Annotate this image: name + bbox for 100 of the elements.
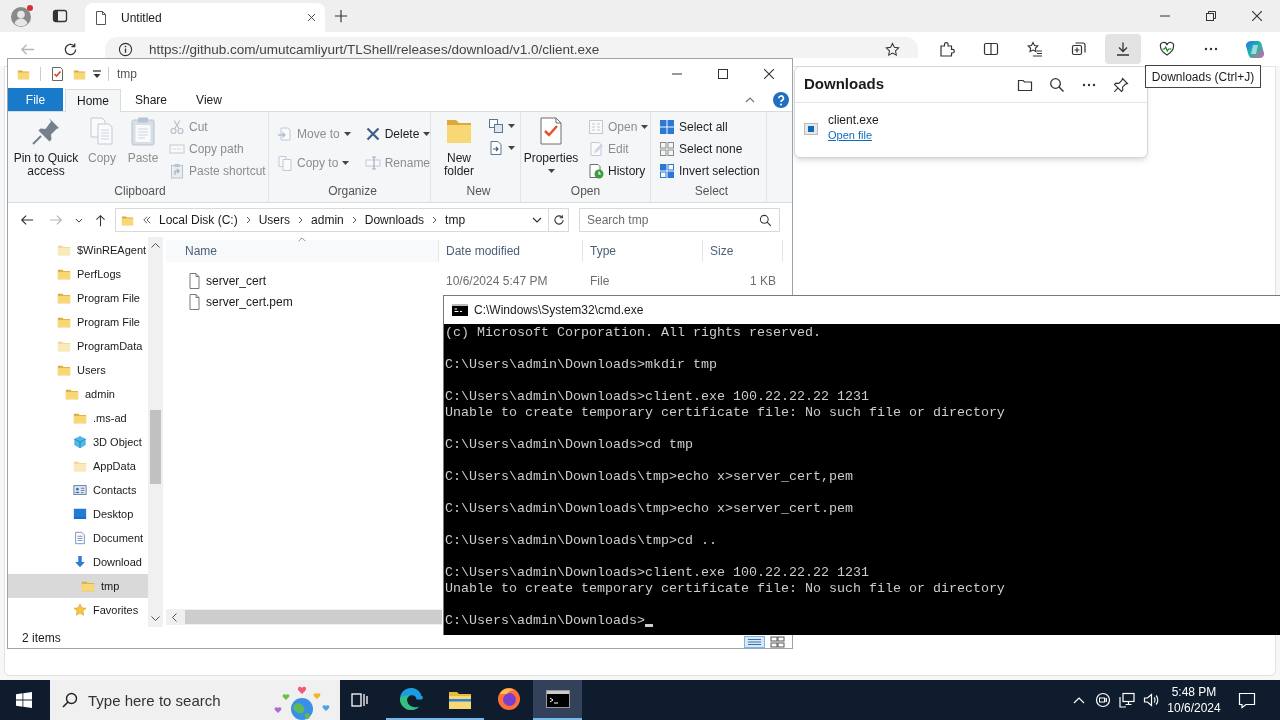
nav-item[interactable]: Users [8, 358, 148, 382]
nav-item[interactable]: Program File [8, 310, 148, 334]
breadcrumb-item[interactable]: Users [258, 211, 291, 229]
nav-item[interactable]: Favorites [8, 598, 148, 622]
back-arrow-icon[interactable] [20, 213, 34, 227]
file-name[interactable]: server_cert.pem [206, 292, 293, 311]
nav-item[interactable]: Program File [8, 286, 148, 310]
properties-check-icon[interactable] [50, 65, 64, 82]
file-name[interactable]: server_cert [206, 271, 267, 290]
collections-icon[interactable] [1071, 41, 1087, 57]
ribbon-button[interactable]: Select all [657, 116, 762, 138]
column-header[interactable]: Size [703, 240, 783, 262]
ribbon-tab[interactable]: Share [123, 88, 179, 111]
ribbon-tab[interactable]: File [8, 88, 63, 111]
console-line: C:\Users\admin\Downloads>mkdir tmp [445, 357, 717, 373]
ribbon-tab[interactable]: Home [65, 89, 121, 112]
nav-item[interactable]: Desktop [8, 502, 148, 526]
ribbon-button[interactable]: Properties [521, 112, 581, 184]
sort-caret-icon [297, 237, 307, 242]
tab-actions-icon[interactable] [52, 8, 68, 24]
text-cursor-icon [644, 624, 653, 627]
taskbar-app-button[interactable] [533, 680, 582, 720]
nav-item[interactable]: 3D Object [8, 430, 148, 454]
start-icon[interactable] [16, 692, 32, 708]
column-header[interactable]: Type [583, 240, 703, 262]
close-icon[interactable] [306, 12, 317, 23]
nav-item[interactable]: Document [8, 526, 148, 550]
refresh-icon[interactable] [63, 41, 78, 57]
chevron-down-icon[interactable] [532, 217, 542, 223]
split-window-icon[interactable] [983, 41, 999, 57]
notification-icon[interactable] [1238, 691, 1256, 709]
video-camera-icon[interactable] [1095, 692, 1111, 708]
chevron-right-icon [351, 216, 357, 224]
column-header[interactable]: Date modified [439, 240, 583, 262]
scrollbar-thumb[interactable] [150, 410, 161, 484]
nav-item[interactable]: Contacts [8, 478, 148, 502]
column-header[interactable]: Name [166, 240, 439, 262]
downloads-button[interactable] [1105, 34, 1141, 64]
profile-avatar-icon[interactable] [11, 5, 33, 27]
breadcrumb-item[interactable]: tmp [445, 211, 466, 229]
plus-icon[interactable] [334, 9, 348, 23]
nav-item[interactable]: admin [8, 382, 148, 406]
panel-title: Downloads [804, 74, 884, 95]
task-view-icon[interactable] [351, 691, 369, 709]
close-icon[interactable] [764, 68, 774, 79]
help-icon[interactable] [773, 92, 789, 108]
nav-item[interactable]: Download [8, 550, 148, 574]
search-icon[interactable] [1049, 76, 1065, 93]
file-icon [804, 122, 818, 136]
restore-icon[interactable] [1206, 11, 1216, 21]
refresh-button[interactable] [549, 208, 569, 232]
dropdown-icon[interactable] [92, 68, 102, 79]
ribbon-button[interactable]: History [586, 160, 651, 182]
ribbon-button[interactable]: Delete [362, 123, 433, 145]
download-icon [1115, 41, 1131, 57]
ribbon-group-label: Open [569, 184, 602, 200]
breadcrumb-item[interactable]: admin [311, 211, 344, 229]
breadcrumb-item[interactable]: Downloads [364, 211, 425, 229]
pin-icon[interactable] [1113, 76, 1129, 93]
up-arrow-icon[interactable] [94, 213, 107, 227]
ribbon-button[interactable]: New folder [437, 112, 481, 184]
chevron-right-icon [298, 216, 304, 224]
nav-item[interactable]: tmp [8, 574, 148, 598]
heart-pulse-icon[interactable] [1159, 41, 1175, 57]
vertical-scrollbar[interactable] [148, 237, 163, 627]
ribbon-button[interactable]: Invert selection [657, 160, 762, 182]
scrollbar-thumb[interactable] [185, 610, 442, 624]
nav-item[interactable]: ProgramData [8, 334, 148, 358]
colorful-logo-icon[interactable] [1245, 39, 1265, 59]
console-line: C:\Users\admin\Downloads>client.exe 100.22.22.22 1231 [445, 389, 869, 405]
taskbar-search-field[interactable]: Type here to search [50, 680, 340, 720]
info-icon[interactable] [118, 42, 133, 57]
star-icon[interactable] [885, 42, 900, 57]
address-field[interactable]: https://github.com/umutcamliyurt/TLShell/releases/download/v1.0/client.exe [105, 37, 918, 58]
address-field[interactable]: Local Disk (C:) Users admin Downloads tmp [115, 208, 549, 232]
details-view-icon[interactable] [744, 636, 765, 648]
network-icon[interactable] [1119, 692, 1135, 708]
close-icon[interactable] [1252, 11, 1262, 21]
ribbon-tab[interactable]: View [181, 88, 237, 111]
clock[interactable]: 5:48 PM 10/6/2024 [1163, 680, 1225, 720]
nav-item[interactable]: .ms-ad [8, 406, 148, 430]
browser-tab[interactable]: Untitled [85, 3, 325, 32]
speaker-icon[interactable] [1143, 692, 1159, 708]
ribbon-button[interactable]: Select none [657, 138, 762, 160]
ribbon-button[interactable]: Pin to Quick access [12, 112, 80, 184]
copy-path-icon [169, 141, 185, 157]
search-field[interactable]: Search tmp [579, 208, 780, 232]
open-file-link[interactable]: Open file [828, 128, 873, 143]
star-list-icon[interactable] [1027, 41, 1043, 57]
nav-item[interactable]: AppData [8, 454, 148, 478]
nav-item[interactable]: $WinREAgent [8, 238, 148, 262]
nav-item[interactable]: PerfLogs [8, 262, 148, 286]
maximize-icon[interactable] [718, 68, 728, 79]
horizontal-scrollbar[interactable] [166, 609, 442, 625]
double-chevron-icon [143, 216, 151, 224]
console-line: C:\Users\admin\Downloads>client.exe 100.22.22.22 1231 [445, 565, 869, 581]
tiles-view-icon[interactable] [769, 636, 785, 648]
chevron-down-icon[interactable] [75, 217, 83, 223]
breadcrumb-item[interactable]: Local Disk (C:) [159, 211, 238, 229]
puzzle-piece-icon[interactable] [939, 41, 955, 57]
